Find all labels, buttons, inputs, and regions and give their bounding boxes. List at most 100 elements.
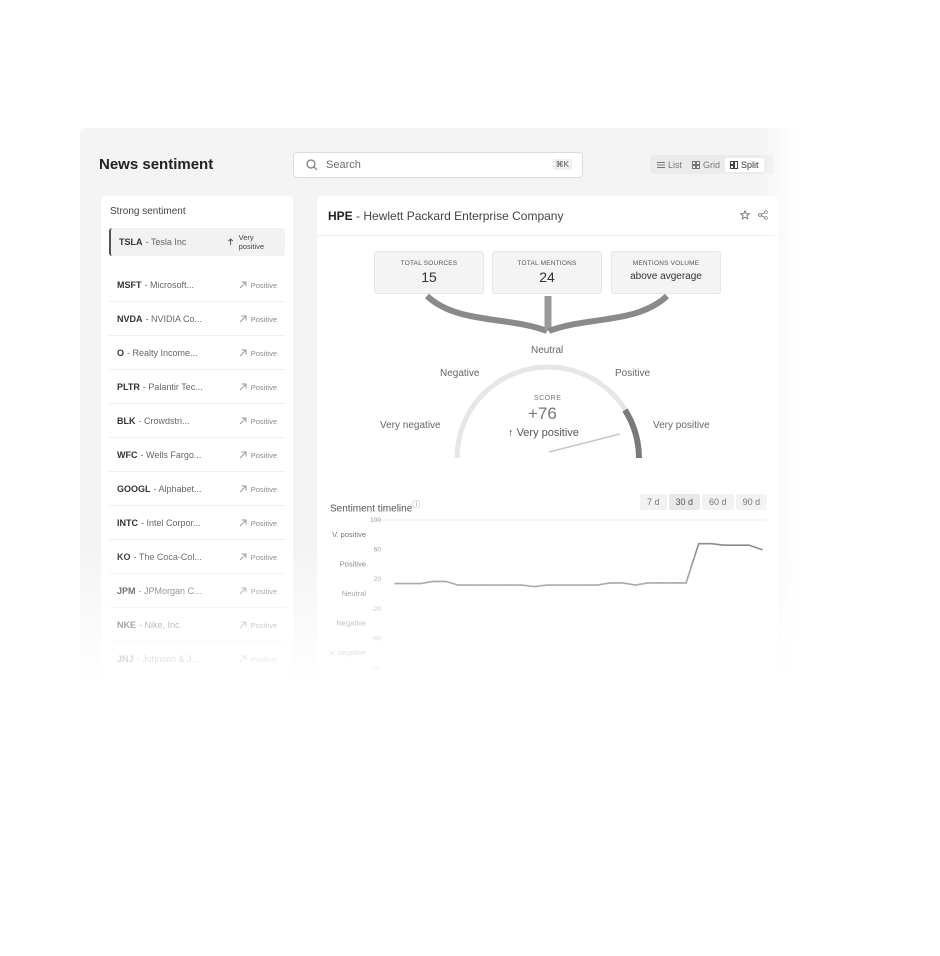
- arrow-up-right-icon: [239, 621, 247, 629]
- sentiment-point: [457, 584, 460, 586]
- view-split-button[interactable]: Split: [725, 157, 764, 172]
- list-item-name: - Palantir Tec...: [143, 382, 233, 392]
- list-item-sentiment: Positive: [239, 315, 277, 324]
- list-item-sentiment-label: Positive: [250, 416, 277, 426]
- arrow-up-right-icon: [239, 383, 247, 391]
- list-item-ticker: NVDA: [117, 314, 143, 324]
- list-item-sentiment-label: Positive: [250, 450, 277, 460]
- search-placeholder: Search: [326, 159, 361, 171]
- list-item-ticker: JPM: [117, 586, 136, 596]
- list-item-ticker: TSLA: [119, 237, 143, 247]
- list-item-name-text: Intel Corpor...: [146, 518, 201, 528]
- arrow-up-right-icon: [239, 553, 247, 561]
- gauge-label-very-positive: Very positive: [653, 420, 710, 431]
- search-shortcut: ⌘K: [552, 159, 572, 170]
- sentiment-point: [444, 580, 447, 583]
- list-item-name-text: Tesla Inc: [150, 237, 187, 247]
- sentiment-point: [533, 585, 536, 588]
- view-grid-button[interactable]: Grid: [687, 158, 725, 172]
- list-item[interactable]: GOOGL - Alphabet... Positive: [109, 473, 285, 506]
- list-item[interactable]: NVDA - NVIDIA Co... Positive: [109, 303, 285, 336]
- list-item[interactable]: O- Realty Income... Positive: [109, 337, 285, 370]
- list-item-sentiment: Positive: [239, 417, 277, 426]
- list-item-name: - Microsoft...: [145, 280, 235, 290]
- list-item-name: - JPMorgan C...: [139, 586, 229, 596]
- y-category-label: V. negative: [329, 648, 366, 657]
- list-item-ticker: NKE: [117, 620, 137, 630]
- sentiment-point: [508, 584, 510, 586]
- view-list-button[interactable]: List: [652, 158, 687, 172]
- arrow-up-icon: [228, 238, 234, 246]
- list-item[interactable]: JNJ - Johnson & J... Positive: [109, 643, 285, 676]
- stat-label: MENTIONS VOLUME: [632, 260, 700, 267]
- sentiment-list-panel: Strong sentiment TSLA - Tesla Inc Very p…: [101, 196, 293, 698]
- y-category-label: Negative: [336, 619, 366, 628]
- sentiment-point: [647, 582, 649, 584]
- list-item-name: - Realty Income...: [127, 348, 217, 358]
- list-item-sentiment: Positive: [239, 587, 277, 596]
- list-item-sentiment: Positive: [239, 553, 277, 562]
- sentiment-point: [596, 584, 599, 586]
- list-icon: [657, 161, 665, 168]
- list-item-name-text: NVIDIA Co...: [151, 314, 203, 324]
- arrow-up-right-icon: [239, 451, 247, 459]
- list-item-sentiment: Positive: [239, 485, 277, 494]
- view-grid-label: Grid: [703, 159, 721, 170]
- sentiment-point: [634, 584, 637, 586]
- gauge-label-neutral: Neutral: [531, 345, 564, 356]
- sentiment-point: [571, 584, 573, 586]
- funnel-right-flow: [547, 293, 670, 334]
- sentiment-point: [394, 582, 396, 585]
- arrow-up-right-icon: [239, 485, 247, 493]
- list-item[interactable]: INTC - Intel Corpor... Positive: [109, 507, 285, 540]
- app-window: News sentiment Search ⌘K List Grid Split…: [80, 128, 798, 698]
- list-item-name-text: JPMorgan C...: [144, 586, 202, 596]
- list-item-ticker: KO: [117, 552, 131, 562]
- list-item-sentiment: Positive: [239, 451, 277, 460]
- list-item-ticker: PLTR: [117, 382, 140, 392]
- list-item[interactable]: KO - The Coca-Col... Positive: [109, 541, 285, 574]
- sentiment-timeline-chart: 100 60 20 -20 -60 -100 V. positive Positive Neut…: [329, 517, 767, 672]
- sentiment-point: [406, 582, 409, 585]
- list-item-ticker: GOOGL: [117, 484, 151, 494]
- sentiment-point: [697, 542, 700, 545]
- list-item-ticker: JNJ: [117, 654, 134, 664]
- list-item-sentiment: Positive: [239, 349, 277, 358]
- sentiment-point: [558, 584, 561, 586]
- list-item-name-text: The Coca-Col...: [138, 552, 202, 562]
- list-item-name: - Tesla Inc: [146, 237, 228, 247]
- list-item[interactable]: BLK - Crowdstri... Positive: [109, 405, 285, 438]
- gauge-label-positive: Positive: [615, 368, 651, 379]
- stat-mentions-volume: MENTIONS VOLUME above avgerage: [611, 251, 721, 294]
- list-item-sentiment-label: Positive: [250, 348, 277, 358]
- arrow-up-right-icon: [239, 519, 247, 527]
- arrow-up-right-icon: [239, 417, 247, 425]
- arrow-up-right-icon: [239, 349, 247, 357]
- sentiment-series-line: [395, 542, 763, 588]
- sentiment-point: [710, 542, 713, 545]
- list-item-name-text: Crowdstri...: [144, 416, 190, 426]
- list-item-name: - Intel Corpor...: [141, 518, 231, 528]
- list-item-selected[interactable]: TSLA - Tesla Inc Very positive: [109, 228, 285, 256]
- search-input[interactable]: Search ⌘K: [293, 152, 583, 178]
- list-item[interactable]: JPM - JPMorgan C... Positive: [109, 575, 285, 608]
- list-item-sentiment: Positive: [239, 655, 277, 664]
- arrow-up-right-icon: [239, 587, 247, 595]
- list-item-name: - Crowdstri...: [139, 416, 229, 426]
- score-descriptor-text: Very positive: [516, 427, 579, 439]
- split-icon: [730, 160, 739, 169]
- list-item-sentiment: Positive: [239, 383, 277, 392]
- sentiment-point: [432, 580, 434, 583]
- y-tick-label: 60: [374, 547, 382, 554]
- list-item[interactable]: NKE - Nike, Inc. Positive: [109, 609, 285, 642]
- list-item[interactable]: MSFT - Microsoft... Positive: [109, 269, 285, 302]
- sentiment-point: [748, 544, 751, 546]
- list-item[interactable]: WFC - Wells Fargo... Positive: [109, 439, 285, 472]
- funnel-left-flow: [424, 293, 549, 334]
- arrow-up-icon: ↑: [508, 427, 514, 439]
- stat-value: above avgerage: [630, 271, 702, 282]
- list-item-ticker: INTC: [117, 518, 138, 528]
- list-item[interactable]: PLTR - Palantir Tec... Positive: [109, 371, 285, 404]
- sentiment-point: [685, 582, 687, 584]
- list-item-name: - Wells Fargo...: [141, 450, 231, 460]
